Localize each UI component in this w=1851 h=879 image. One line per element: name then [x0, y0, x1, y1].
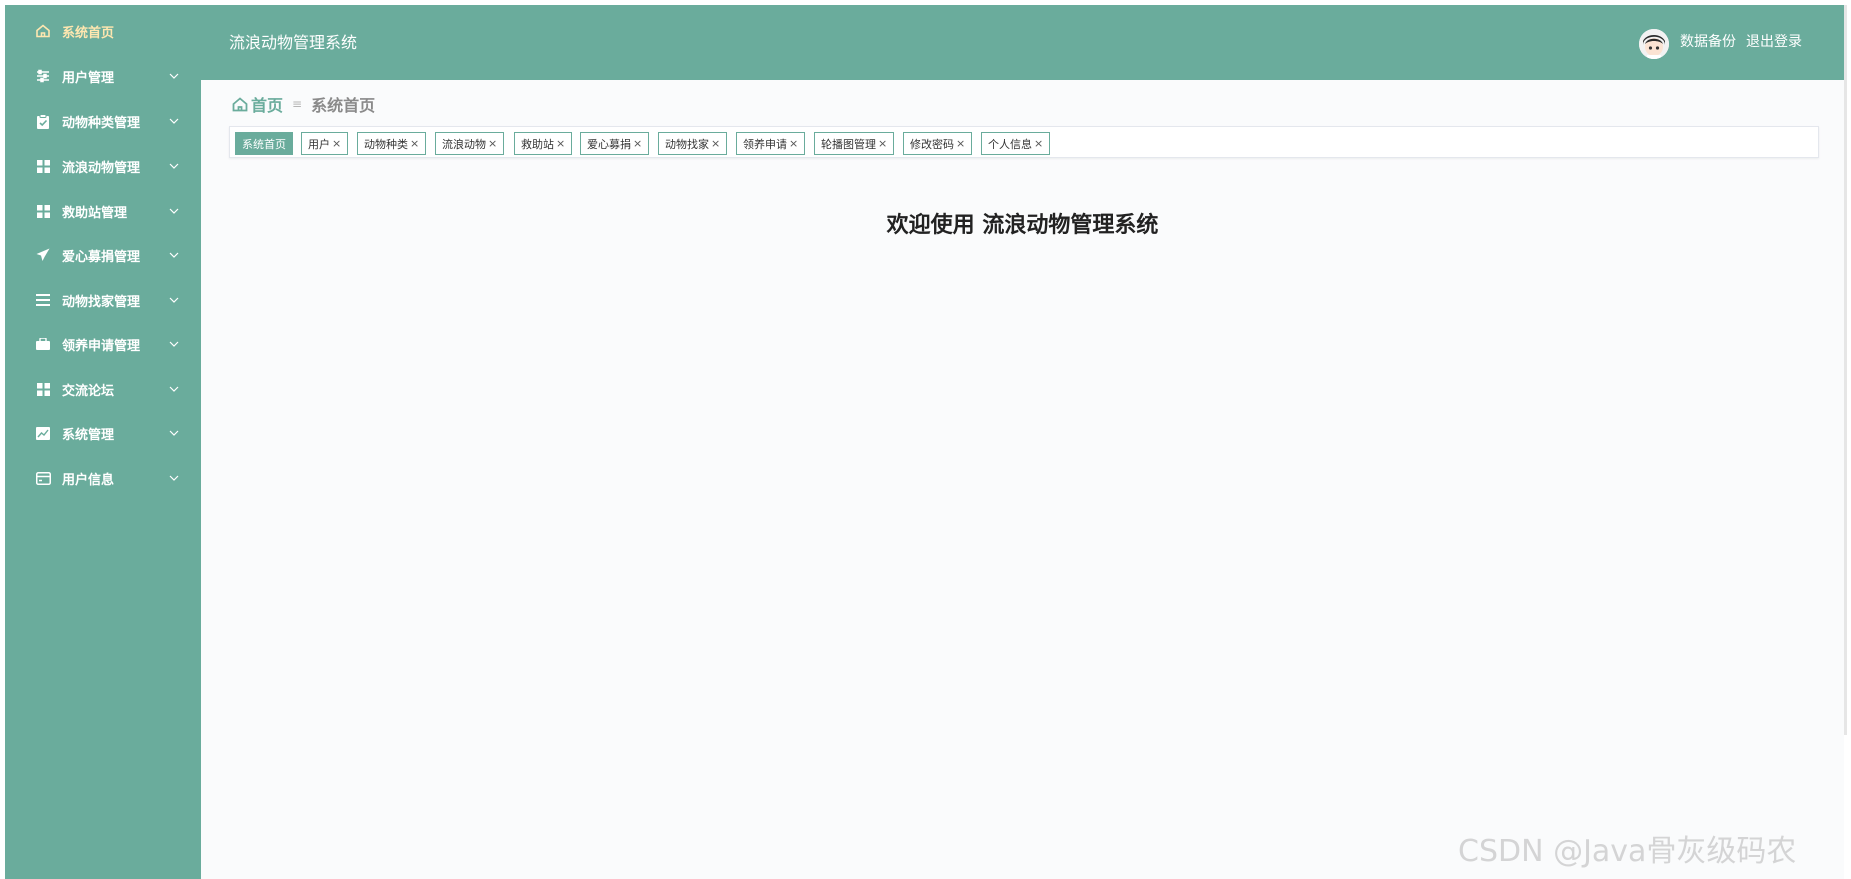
- sidebar-item-label: 动物找家管理: [62, 294, 141, 310]
- app-title: 流浪动物管理系统: [229, 33, 358, 52]
- sidebar-item-label: 交流论坛: [62, 383, 115, 399]
- welcome-heading: 欢迎使用 流浪动物管理系统: [886, 213, 1159, 238]
- sidebar-item-label: 用户管理: [62, 70, 115, 86]
- tag-label: 轮播图管理: [821, 137, 876, 151]
- tag-profile[interactable]: 个人信息 ×: [981, 132, 1051, 155]
- chevron-down-icon: [169, 250, 179, 260]
- tag-label: 动物找家: [665, 137, 709, 151]
- chevron-down-icon: [169, 161, 179, 171]
- sidebar-item-label: 系统管理: [62, 427, 115, 443]
- watermark: CSDN @Java骨灰级码农: [1458, 834, 1797, 869]
- tag-label: 动物种类: [364, 137, 408, 151]
- grid-icon: [34, 380, 52, 398]
- close-icon[interactable]: ×: [878, 137, 887, 150]
- grid-icon: [34, 157, 52, 175]
- chevron-down-icon: [169, 428, 179, 438]
- home-icon: [232, 96, 248, 112]
- breadcrumb-separator: ≡: [292, 97, 303, 111]
- sidebar-item-label: 用户信息: [62, 472, 115, 488]
- close-icon[interactable]: ×: [332, 137, 341, 150]
- close-icon[interactable]: ×: [556, 137, 565, 150]
- tag-label: 个人信息: [988, 137, 1032, 151]
- tag-rescue-stations[interactable]: 救助站 ×: [514, 132, 573, 155]
- tag-adoption[interactable]: 领养申请 ×: [736, 132, 806, 155]
- tag-donations[interactable]: 爱心募捐 ×: [580, 132, 650, 155]
- sidebar-item-label: 系统首页: [62, 25, 115, 41]
- tag-label: 爱心募捐: [587, 137, 631, 151]
- tag-label: 系统首页: [242, 137, 286, 151]
- chevron-down-icon: [169, 384, 179, 394]
- close-icon[interactable]: ×: [633, 137, 642, 150]
- sidebar-item-label: 救助站管理: [62, 205, 128, 221]
- list-icon: [34, 291, 52, 309]
- send-icon: [34, 246, 52, 264]
- sliders-icon: [34, 67, 52, 85]
- tag-users[interactable]: 用户 ×: [301, 132, 349, 155]
- tag-carousel[interactable]: 轮播图管理 ×: [814, 132, 895, 155]
- scrollbar[interactable]: [1844, 5, 1847, 735]
- breadcrumb-home-label: 首页: [251, 96, 284, 115]
- chevron-down-icon: [169, 116, 179, 126]
- tag-label: 救助站: [521, 137, 554, 151]
- tag-label: 修改密码: [910, 137, 954, 151]
- logout-link[interactable]: 退出登录: [1746, 5, 1802, 80]
- tag-home[interactable]: 系统首页: [235, 132, 293, 155]
- tag-label: 领养申请: [743, 137, 787, 151]
- close-icon[interactable]: ×: [711, 137, 720, 150]
- avatar[interactable]: [1639, 29, 1669, 59]
- breadcrumb: 首页 ≡ 系统首页: [232, 92, 375, 116]
- close-icon[interactable]: ×: [789, 137, 798, 150]
- tags-bar: 系统首页 用户 × 动物种类 × 流浪动物 × 救助站 × 爱心募捐 × 动物找家 × 领养…: [229, 126, 1819, 158]
- tag-find-home[interactable]: 动物找家 ×: [658, 132, 728, 155]
- close-icon[interactable]: ×: [410, 137, 419, 150]
- home-icon: [34, 22, 52, 40]
- chart-icon: [34, 424, 52, 442]
- close-icon[interactable]: ×: [488, 137, 497, 150]
- tag-label: 用户: [308, 137, 330, 151]
- data-backup-link[interactable]: 数据备份: [1680, 5, 1736, 80]
- breadcrumb-home[interactable]: 首页: [232, 92, 283, 116]
- chevron-down-icon: [169, 71, 179, 81]
- close-icon[interactable]: ×: [1034, 137, 1043, 150]
- breadcrumb-current: 系统首页: [311, 96, 376, 115]
- briefcase-icon: [34, 335, 52, 353]
- chevron-down-icon: [169, 295, 179, 305]
- top-header: 流浪动物管理系统 数据备份 退出登录: [201, 5, 1844, 80]
- sidebar-item-label: 动物种类管理: [62, 115, 141, 131]
- tag-animal-types[interactable]: 动物种类 ×: [357, 132, 427, 155]
- sidebar-item-label: 领养申请管理: [62, 338, 141, 354]
- sidebar-item-label: 流浪动物管理: [62, 160, 141, 176]
- chevron-down-icon: [169, 339, 179, 349]
- tag-stray-animals[interactable]: 流浪动物 ×: [435, 132, 505, 155]
- clipboard-check-icon: [34, 112, 52, 130]
- tag-change-password[interactable]: 修改密码 ×: [903, 132, 973, 155]
- card-icon: [34, 469, 52, 487]
- tag-label: 流浪动物: [442, 137, 486, 151]
- grid-icon: [34, 202, 52, 220]
- chevron-down-icon: [169, 206, 179, 216]
- sidebar: 系统首页 用户管理 动物种类管理 流浪动物管理 救助站管理 爱心募捐管理 动物找…: [5, 5, 201, 879]
- chevron-down-icon: [169, 473, 179, 483]
- close-icon[interactable]: ×: [956, 137, 965, 150]
- sidebar-item-label: 爱心募捐管理: [62, 249, 141, 265]
- sidebar-item-user-info[interactable]: 用户信息: [5, 452, 201, 504]
